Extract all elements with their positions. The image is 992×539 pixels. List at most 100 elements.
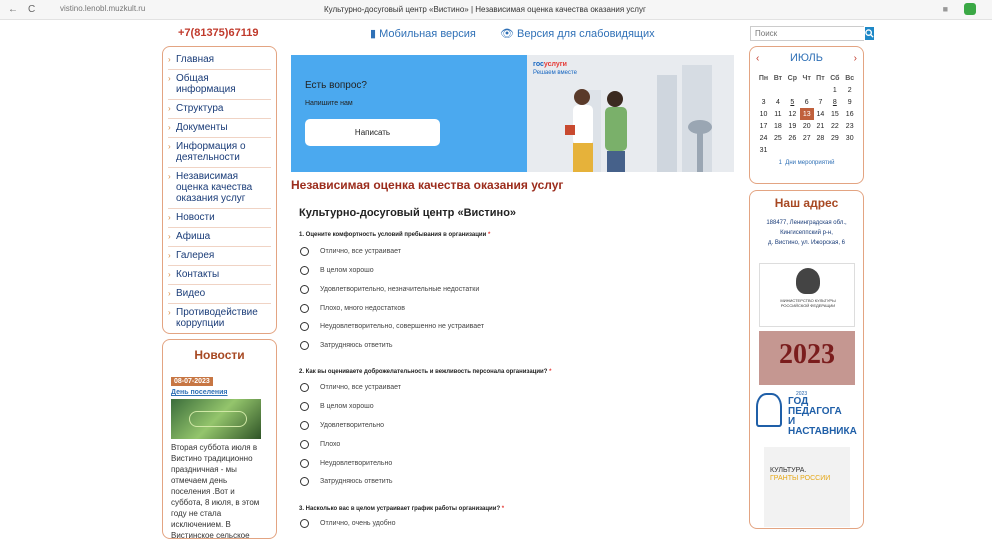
calendar-day[interactable]: 18 <box>771 120 785 132</box>
calendar-day[interactable]: 12 <box>785 108 800 120</box>
radio-button[interactable] <box>300 519 309 528</box>
calendar-day[interactable]: 30 <box>842 132 857 144</box>
required-mark: * <box>549 369 552 375</box>
calendar-day[interactable]: 19 <box>785 120 800 132</box>
radio-option[interactable]: Затрудняюсь ответить <box>300 341 393 350</box>
calendar-day[interactable]: 17 <box>756 120 771 132</box>
calendar-day[interactable]: 23 <box>842 120 857 132</box>
next-month-icon[interactable]: › <box>854 53 857 64</box>
sidebar-item-anticorruption[interactable]: › Противодействие коррупции <box>168 304 271 333</box>
phone-number[interactable]: +7(81375)67119 <box>178 27 258 39</box>
calendar-day[interactable]: 20 <box>800 120 814 132</box>
radio-button[interactable] <box>300 266 309 275</box>
radio-option[interactable]: Отлично, все устраивает <box>300 383 401 392</box>
calendar-day[interactable]: 21 <box>814 120 828 132</box>
bookmark-icon[interactable]: ■ <box>943 4 948 14</box>
option-label: В целом хорошо <box>320 267 374 274</box>
calendar-day[interactable]: 25 <box>771 132 785 144</box>
calendar-day[interactable]: 10 <box>756 108 771 120</box>
radio-option[interactable]: Отлично, очень удобно <box>300 519 396 528</box>
sidebar-item-label: Противодействие коррупции <box>176 307 258 329</box>
news-date: 08-07-2023 <box>171 377 213 386</box>
calendar-day[interactable]: 27 <box>800 132 814 144</box>
calendar-day[interactable]: 7 <box>814 96 828 108</box>
reload-icon[interactable]: C <box>28 4 35 15</box>
mobile-version-link[interactable]: ▮ Мобильная версия <box>370 27 476 40</box>
eye-icon: 👁 <box>500 28 518 40</box>
radio-option[interactable]: Отлично, все устраивает <box>300 247 401 256</box>
calendar-day[interactable]: 22 <box>827 120 842 132</box>
extension-icon[interactable] <box>964 3 976 15</box>
radio-option[interactable]: Плохо, много недостатков <box>300 304 405 313</box>
calendar-day[interactable]: 4 <box>771 96 785 108</box>
sidebar-item-news[interactable]: › Новости <box>168 209 271 228</box>
sidebar-item-video[interactable]: › Видео <box>168 285 271 304</box>
news-link[interactable]: День поселения <box>171 389 268 396</box>
radio-button[interactable] <box>300 285 309 294</box>
calendar-day[interactable]: 9 <box>842 96 857 108</box>
chevron-right-icon: › <box>168 270 171 279</box>
sidebar-item-home[interactable]: › Главная <box>168 51 271 70</box>
radio-option[interactable]: Удовлетворительно <box>300 421 384 430</box>
year-2023-banner[interactable]: 2023 <box>759 331 855 385</box>
radio-button[interactable] <box>300 304 309 313</box>
radio-button[interactable] <box>300 459 309 468</box>
grants-banner[interactable]: КУЛЬТУРА. ГРАНТЫ РОССИИ <box>764 447 850 527</box>
radio-option[interactable]: Неудовлетворительно <box>300 459 392 468</box>
option-label: В целом хорошо <box>320 403 374 410</box>
sidebar-item-assessment[interactable]: › Независимая оценка качества оказания ус… <box>168 168 271 209</box>
calendar-day <box>814 144 828 156</box>
calendar-day[interactable]: 3 <box>756 96 771 108</box>
sidebar-item-contacts[interactable]: › Контакты <box>168 266 271 285</box>
calendar-day[interactable]: 1 <box>827 84 842 96</box>
back-icon[interactable]: ← <box>8 4 18 15</box>
sidebar-item-afisha[interactable]: › Афиша <box>168 228 271 247</box>
radio-button[interactable] <box>300 322 309 331</box>
calendar-day[interactable]: 14 <box>814 108 828 120</box>
ministry-logo[interactable]: МИНИСТЕРСТВО КУЛЬТУРЫ РОССИЙСКОЙ ФЕДЕРАЦ… <box>759 263 855 327</box>
radio-button[interactable] <box>300 341 309 350</box>
radio-button[interactable] <box>300 247 309 256</box>
calendar-day[interactable]: 11 <box>771 108 785 120</box>
write-button[interactable]: Написать <box>305 119 440 146</box>
calendar-day[interactable]: 16 <box>842 108 857 120</box>
sidebar-item-documents[interactable]: › Документы <box>168 119 271 138</box>
required-mark: * <box>487 232 491 238</box>
search-button[interactable] <box>865 27 874 40</box>
teacher-year-banner[interactable]: 2023 ГОД ПЕДАГОГА И НАСТАВНИКА <box>754 391 862 437</box>
calendar-day[interactable]: 28 <box>814 132 828 144</box>
radio-button[interactable] <box>300 383 309 392</box>
radio-option[interactable]: В целом хорошо <box>300 402 374 411</box>
radio-option[interactable]: Затрудняюсь ответить <box>300 477 393 486</box>
impaired-version-link[interactable]: 👁 Версия для слабовидящих <box>500 27 655 40</box>
radio-button[interactable] <box>300 477 309 486</box>
calendar-day[interactable]: 13 <box>799 108 814 120</box>
calendar-day[interactable]: 2 <box>842 84 857 96</box>
radio-option[interactable]: Неудовлетворительно, совершенно не устра… <box>300 322 484 331</box>
calendar-day[interactable]: 6 <box>800 96 814 108</box>
radio-button[interactable] <box>300 421 309 430</box>
calendar-day[interactable]: 26 <box>785 132 800 144</box>
radio-option[interactable]: В целом хорошо <box>300 266 374 275</box>
calendar-day[interactable]: 15 <box>827 108 842 120</box>
radio-button[interactable] <box>300 402 309 411</box>
calendar-day[interactable]: 8 <box>827 96 842 108</box>
search-input[interactable] <box>751 27 865 40</box>
news-image[interactable] <box>171 399 261 439</box>
mobile-icon: ▮ <box>370 28 380 40</box>
calendar-day[interactable]: 29 <box>827 132 842 144</box>
calendar-day[interactable]: 24 <box>756 132 771 144</box>
radio-option[interactable]: Удовлетворительно, незначительные недост… <box>300 285 479 294</box>
sidebar-item-structure[interactable]: › Структура <box>168 100 271 119</box>
calendar-day <box>785 144 800 156</box>
sidebar-item-activity[interactable]: › Информация о деятельности <box>168 138 271 168</box>
prev-month-icon[interactable]: ‹ <box>756 53 759 64</box>
calendar-day[interactable]: 31 <box>756 144 771 156</box>
address-bar[interactable]: vistino.lenobl.muzkult.ru <box>60 4 145 13</box>
radio-option[interactable]: Плохо <box>300 440 340 449</box>
calendar-day <box>771 144 785 156</box>
radio-button[interactable] <box>300 440 309 449</box>
calendar-day[interactable]: 5 <box>785 96 800 108</box>
sidebar-item-general[interactable]: › Общая информация <box>168 70 271 100</box>
sidebar-item-gallery[interactable]: › Галерея <box>168 247 271 266</box>
